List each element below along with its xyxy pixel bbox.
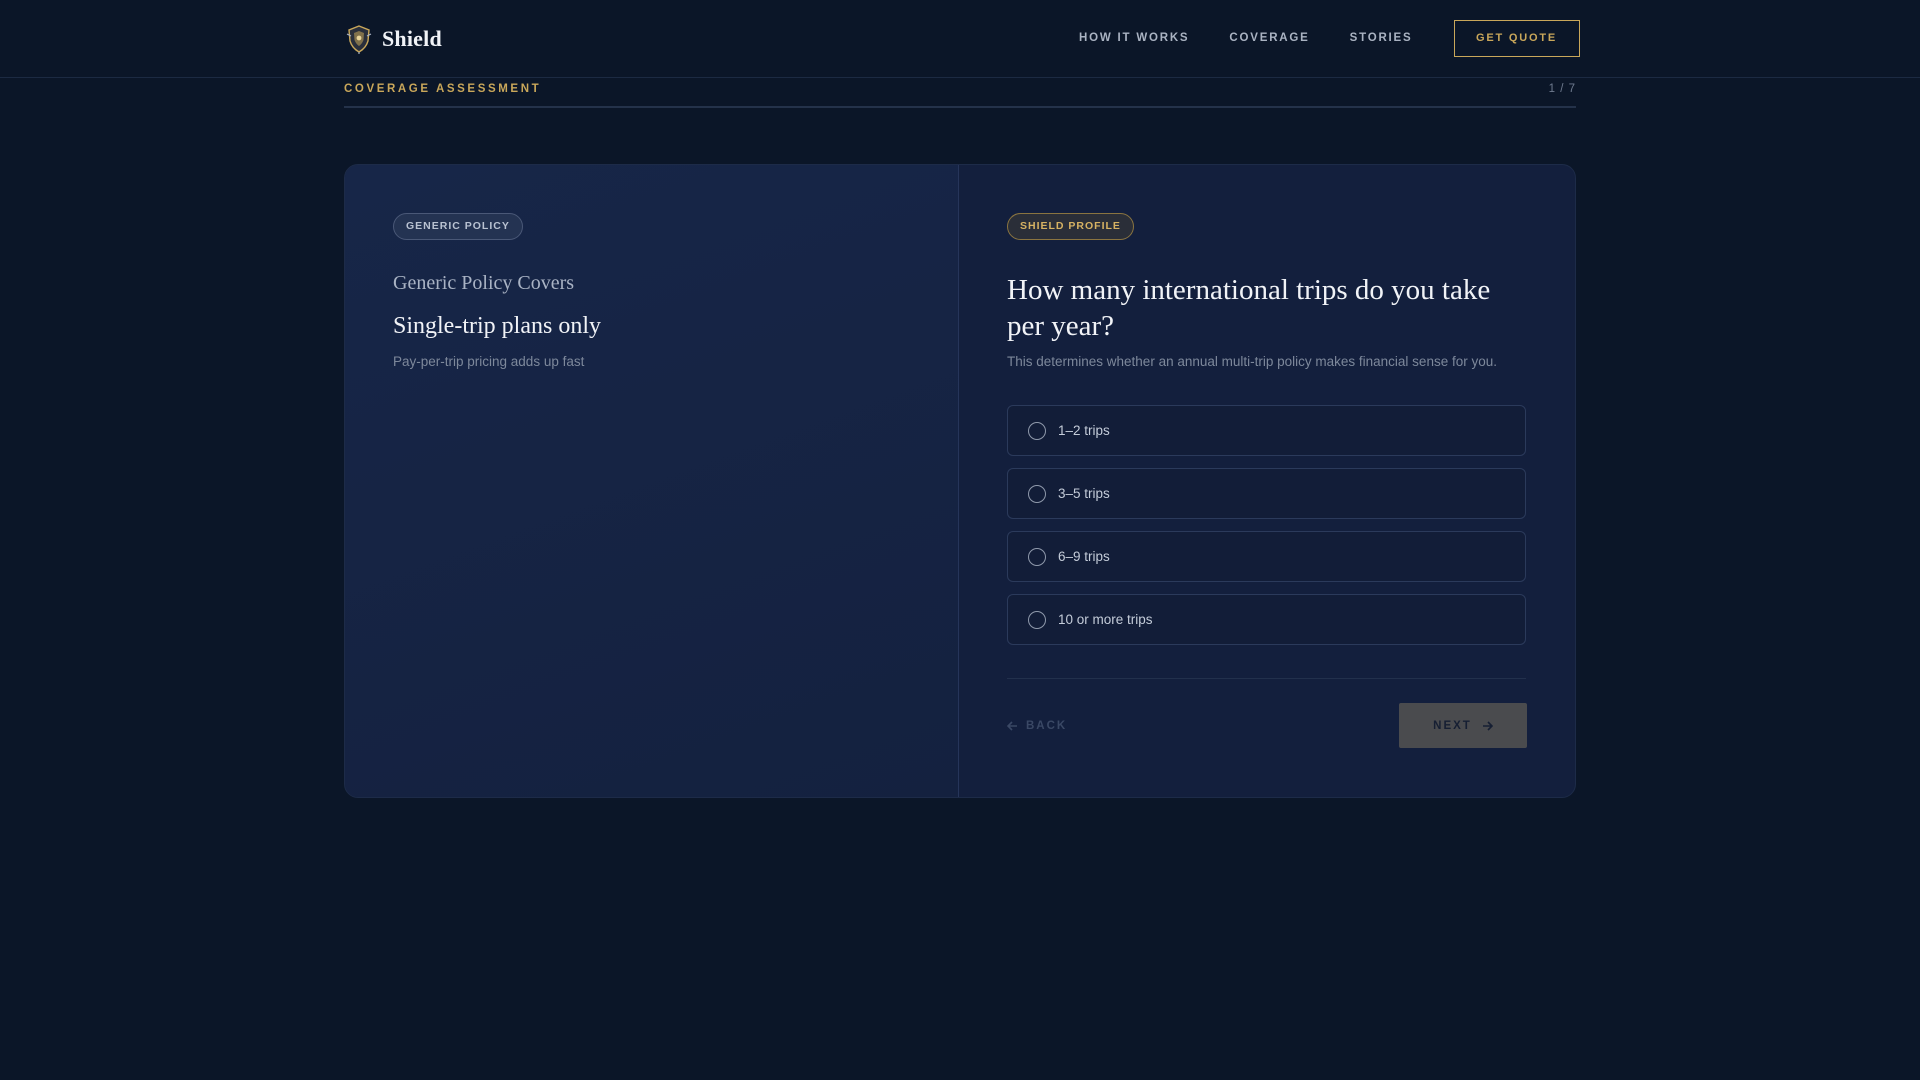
get-quote-button[interactable]: GET QUOTE	[1453, 19, 1580, 57]
main-nav: HOW IT WORKS COVERAGE STORIES GET QUOTE	[1079, 19, 1580, 57]
back-button[interactable]: BACK	[1007, 716, 1067, 736]
arrow-right-icon	[1482, 720, 1493, 731]
progress-count: 1 / 7	[1548, 83, 1576, 95]
shield-profile-badge: SHIELD PROFILE	[1007, 213, 1134, 240]
question-title: How many international trips do you take…	[1007, 274, 1491, 342]
generic-policy-eyebrow: Generic Policy Covers	[393, 272, 575, 294]
answer-options: 1–2 trips 3–5 trips 6–9 trips 10 or more…	[1007, 405, 1527, 645]
question-help-text: This determines whether an annual multi-…	[1007, 354, 1497, 369]
nav-link-coverage[interactable]: COVERAGE	[1229, 32, 1309, 44]
footer-divider	[1007, 678, 1526, 679]
next-label: NEXT	[1433, 719, 1472, 732]
radio-empty-icon[interactable]	[1028, 547, 1046, 566]
shield-crest-icon	[346, 25, 372, 54]
assessment-card: GENERIC POLICY Generic Policy Covers Sin…	[344, 164, 1576, 798]
option-6-9-trips[interactable]: 6–9 trips	[1007, 531, 1526, 582]
shield-profile-panel: SHIELD PROFILE How many international tr…	[959, 165, 1575, 797]
option-3-5-trips[interactable]: 3–5 trips	[1007, 468, 1526, 519]
option-10-plus-trips[interactable]: 10 or more trips	[1007, 594, 1526, 645]
next-button[interactable]: NEXT	[1399, 703, 1527, 748]
site-header: Shield HOW IT WORKS COVERAGE STORIES GET…	[0, 0, 1920, 78]
radio-empty-icon[interactable]	[1028, 484, 1046, 503]
option-label: 3–5 trips	[1058, 486, 1110, 501]
progress-label: COVERAGE ASSESSMENT	[344, 83, 542, 95]
brand-logo[interactable]: Shield	[346, 24, 442, 54]
option-1-2-trips[interactable]: 1–2 trips	[1007, 405, 1526, 456]
generic-policy-subtitle: Pay-per-trip pricing adds up fast	[393, 354, 585, 369]
nav-link-how-it-works[interactable]: HOW IT WORKS	[1079, 32, 1189, 44]
nav-link-stories[interactable]: STORIES	[1350, 32, 1413, 44]
option-label: 6–9 trips	[1058, 549, 1110, 564]
brand-name: Shield	[382, 26, 442, 51]
progress-bar	[344, 106, 1576, 108]
generic-policy-title: Single-trip plans only	[393, 313, 601, 339]
option-label: 1–2 trips	[1058, 423, 1110, 438]
radio-empty-icon[interactable]	[1028, 610, 1046, 629]
radio-empty-icon[interactable]	[1028, 421, 1046, 440]
generic-policy-panel: GENERIC POLICY Generic Policy Covers Sin…	[345, 165, 959, 797]
back-label: BACK	[1026, 720, 1068, 732]
arrow-left-icon	[1007, 721, 1017, 731]
option-label: 10 or more trips	[1058, 612, 1153, 627]
generic-policy-badge: GENERIC POLICY	[393, 213, 523, 240]
